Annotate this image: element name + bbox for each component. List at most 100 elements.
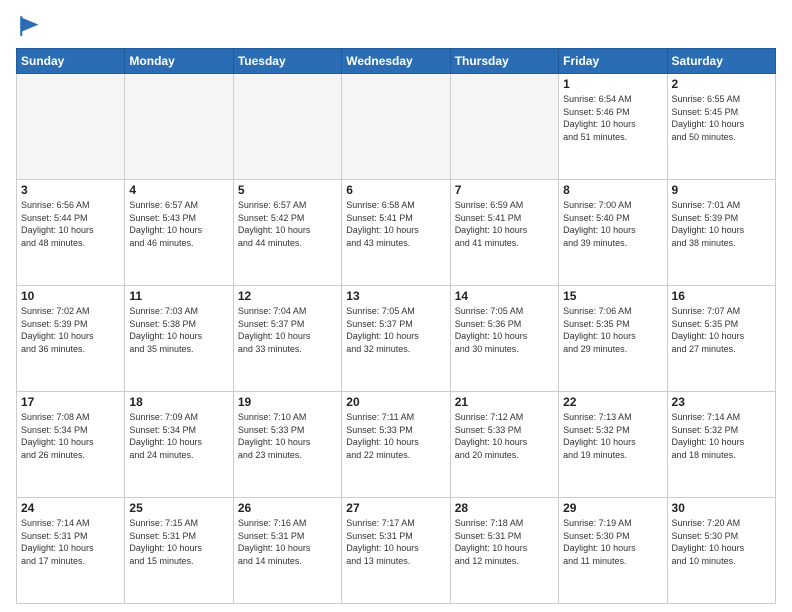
cell-info: Sunrise: 6:56 AM Sunset: 5:44 PM Dayligh… [21,199,120,249]
calendar-cell: 5 Sunrise: 6:57 AM Sunset: 5:42 PM Daylig… [233,180,341,286]
calendar-cell: 14Sunrise: 7:05 AM Sunset: 5:36 PM Dayli… [450,286,558,392]
cell-info: Sunrise: 7:16 AM Sunset: 5:31 PM Dayligh… [238,517,337,567]
calendar-cell [233,74,341,180]
weekday-header-friday: Friday [559,49,667,74]
calendar-cell: 30Sunrise: 7:20 AM Sunset: 5:30 PM Dayli… [667,498,775,604]
header [16,12,776,40]
calendar-cell: 17 Sunrise: 7:08 AM Sunset: 5:34 PM Dayli… [17,392,125,498]
day-number: 22 [563,395,662,409]
day-number: 13 [346,289,445,303]
cell-info: Sunrise: 7:17 AM Sunset: 5:31 PM Dayligh… [346,517,445,567]
day-number: 2 [672,77,771,91]
calendar-cell: 11 Sunrise: 7:03 AM Sunset: 5:38 PM Dayli… [125,286,233,392]
calendar-cell: 29 Sunrise: 7:19 AM Sunset: 5:30 PM Dayli… [559,498,667,604]
cell-info: Sunrise: 7:02 AM Sunset: 5:39 PM Dayligh… [21,305,120,355]
cell-info: Sunrise: 6:59 AM Sunset: 5:41 PM Dayligh… [455,199,554,249]
calendar-cell: 25 Sunrise: 7:15 AM Sunset: 5:31 PM Dayli… [125,498,233,604]
weekday-header-thursday: Thursday [450,49,558,74]
calendar-cell: 24 Sunrise: 7:14 AM Sunset: 5:31 PM Dayli… [17,498,125,604]
day-number: 23 [672,395,771,409]
calendar-cell: 18 Sunrise: 7:09 AM Sunset: 5:34 PM Dayli… [125,392,233,498]
cell-info: Sunrise: 7:00 AM Sunset: 5:40 PM Dayligh… [563,199,662,249]
day-number: 11 [129,289,228,303]
calendar-cell: 23 Sunrise: 7:14 AM Sunset: 5:32 PM Dayli… [667,392,775,498]
day-number: 20 [346,395,445,409]
day-number: 3 [21,183,120,197]
day-number: 21 [455,395,554,409]
cell-info: Sunrise: 7:18 AM Sunset: 5:31 PM Dayligh… [455,517,554,567]
weekday-header-saturday: Saturday [667,49,775,74]
calendar-cell [342,74,450,180]
day-number: 17 [21,395,120,409]
day-number: 19 [238,395,337,409]
weekday-header-wednesday: Wednesday [342,49,450,74]
calendar-cell: 2 Sunrise: 6:55 AM Sunset: 5:45 PM Daylig… [667,74,775,180]
calendar-cell: 4Sunrise: 6:57 AM Sunset: 5:43 PM Daylig… [125,180,233,286]
cell-info: Sunrise: 6:57 AM Sunset: 5:42 PM Dayligh… [238,199,337,249]
day-number: 29 [563,501,662,515]
week-row-4: 24 Sunrise: 7:14 AM Sunset: 5:31 PM Dayli… [17,498,776,604]
day-number: 12 [238,289,337,303]
day-number: 24 [21,501,120,515]
calendar-cell [125,74,233,180]
calendar-table: SundayMondayTuesdayWednesdayThursdayFrid… [16,48,776,604]
cell-info: Sunrise: 7:03 AM Sunset: 5:38 PM Dayligh… [129,305,228,355]
calendar-cell: 10 Sunrise: 7:02 AM Sunset: 5:39 PM Dayli… [17,286,125,392]
day-number: 5 [238,183,337,197]
cell-info: Sunrise: 7:14 AM Sunset: 5:31 PM Dayligh… [21,517,120,567]
calendar-cell: 9 Sunrise: 7:01 AM Sunset: 5:39 PM Daylig… [667,180,775,286]
calendar-cell: 27Sunrise: 7:17 AM Sunset: 5:31 PM Dayli… [342,498,450,604]
cell-info: Sunrise: 7:10 AM Sunset: 5:33 PM Dayligh… [238,411,337,461]
cell-info: Sunrise: 7:13 AM Sunset: 5:32 PM Dayligh… [563,411,662,461]
cell-info: Sunrise: 6:54 AM Sunset: 5:46 PM Dayligh… [563,93,662,143]
calendar-cell: 16Sunrise: 7:07 AM Sunset: 5:35 PM Dayli… [667,286,775,392]
calendar-cell: 8 Sunrise: 7:00 AM Sunset: 5:40 PM Daylig… [559,180,667,286]
day-number: 30 [672,501,771,515]
day-number: 14 [455,289,554,303]
calendar-cell: 19 Sunrise: 7:10 AM Sunset: 5:33 PM Dayli… [233,392,341,498]
calendar-cell: 20 Sunrise: 7:11 AM Sunset: 5:33 PM Dayli… [342,392,450,498]
weekday-header-tuesday: Tuesday [233,49,341,74]
cell-info: Sunrise: 7:11 AM Sunset: 5:33 PM Dayligh… [346,411,445,461]
cell-info: Sunrise: 6:55 AM Sunset: 5:45 PM Dayligh… [672,93,771,143]
day-number: 8 [563,183,662,197]
day-number: 9 [672,183,771,197]
day-number: 4 [129,183,228,197]
cell-info: Sunrise: 7:14 AM Sunset: 5:32 PM Dayligh… [672,411,771,461]
cell-info: Sunrise: 7:09 AM Sunset: 5:34 PM Dayligh… [129,411,228,461]
cell-info: Sunrise: 7:12 AM Sunset: 5:33 PM Dayligh… [455,411,554,461]
calendar-cell: 22 Sunrise: 7:13 AM Sunset: 5:32 PM Dayli… [559,392,667,498]
day-number: 28 [455,501,554,515]
day-number: 18 [129,395,228,409]
week-row-1: 3 Sunrise: 6:56 AM Sunset: 5:44 PM Daylig… [17,180,776,286]
cell-info: Sunrise: 7:01 AM Sunset: 5:39 PM Dayligh… [672,199,771,249]
cell-info: Sunrise: 7:15 AM Sunset: 5:31 PM Dayligh… [129,517,228,567]
day-number: 10 [21,289,120,303]
day-number: 26 [238,501,337,515]
page: SundayMondayTuesdayWednesdayThursdayFrid… [0,0,792,612]
weekday-header-row: SundayMondayTuesdayWednesdayThursdayFrid… [17,49,776,74]
calendar-cell: 3 Sunrise: 6:56 AM Sunset: 5:44 PM Daylig… [17,180,125,286]
cell-info: Sunrise: 6:58 AM Sunset: 5:41 PM Dayligh… [346,199,445,249]
cell-info: Sunrise: 7:05 AM Sunset: 5:37 PM Dayligh… [346,305,445,355]
calendar-cell: 6 Sunrise: 6:58 AM Sunset: 5:41 PM Daylig… [342,180,450,286]
weekday-header-sunday: Sunday [17,49,125,74]
day-number: 25 [129,501,228,515]
day-number: 7 [455,183,554,197]
day-number: 6 [346,183,445,197]
calendar-cell: 28 Sunrise: 7:18 AM Sunset: 5:31 PM Dayli… [450,498,558,604]
weekday-header-monday: Monday [125,49,233,74]
calendar-cell [450,74,558,180]
logo-icon [16,12,44,40]
day-number: 16 [672,289,771,303]
cell-info: Sunrise: 7:19 AM Sunset: 5:30 PM Dayligh… [563,517,662,567]
week-row-3: 17 Sunrise: 7:08 AM Sunset: 5:34 PM Dayli… [17,392,776,498]
cell-info: Sunrise: 7:04 AM Sunset: 5:37 PM Dayligh… [238,305,337,355]
cell-info: Sunrise: 7:08 AM Sunset: 5:34 PM Dayligh… [21,411,120,461]
day-number: 1 [563,77,662,91]
week-row-0: 1 Sunrise: 6:54 AM Sunset: 5:46 PM Daylig… [17,74,776,180]
calendar-cell: 1 Sunrise: 6:54 AM Sunset: 5:46 PM Daylig… [559,74,667,180]
logo [16,12,48,40]
week-row-2: 10 Sunrise: 7:02 AM Sunset: 5:39 PM Dayli… [17,286,776,392]
calendar-cell: 12 Sunrise: 7:04 AM Sunset: 5:37 PM Dayli… [233,286,341,392]
